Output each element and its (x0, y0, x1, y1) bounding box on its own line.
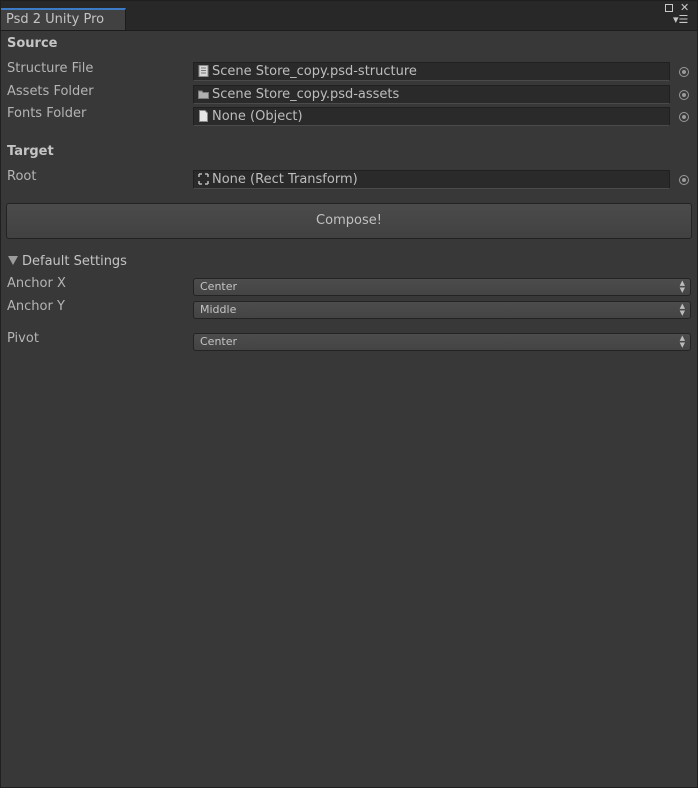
fonts-folder-picker-icon[interactable] (679, 112, 689, 122)
assets-folder-picker-icon[interactable] (679, 90, 689, 100)
structure-file-picker-icon[interactable] (679, 67, 689, 77)
compose-button[interactable]: Compose! (6, 203, 692, 239)
assets-folder-field[interactable]: Scene Store_copy.psd-assets (193, 85, 670, 104)
rect-transform-icon (198, 173, 209, 185)
anchor-x-dropdown[interactable]: Center ▲ ▼ (193, 278, 691, 296)
structure-file-label: Structure File (7, 61, 94, 76)
editor-window: Psd 2 Unity Pro □ ✕ ▾☰ Source Structure … (0, 0, 698, 788)
foldout-arrow-icon (8, 256, 18, 265)
root-picker-icon[interactable] (679, 175, 689, 185)
dropdown-arrows-icon: ▲ ▼ (679, 302, 685, 317)
structure-file-value: Scene Store_copy.psd-structure (212, 64, 417, 79)
root-field[interactable]: None (Rect Transform) (193, 170, 670, 189)
fonts-folder-field[interactable]: None (Object) (193, 107, 670, 126)
pivot-label: Pivot (7, 331, 39, 346)
pivot-dropdown[interactable]: Center ▲ ▼ (193, 333, 691, 351)
structure-file-field[interactable]: Scene Store_copy.psd-structure (193, 62, 670, 81)
assets-folder-value: Scene Store_copy.psd-assets (212, 87, 400, 102)
dropdown-arrows-icon: ▲ ▼ (679, 334, 685, 349)
fonts-folder-label: Fonts Folder (7, 106, 87, 121)
fonts-folder-value: None (Object) (212, 109, 303, 124)
default-settings-label: Default Settings (22, 254, 127, 269)
anchor-y-value: Middle (200, 303, 237, 316)
target-header: Target (7, 144, 54, 159)
maximize-icon[interactable]: □ (665, 4, 673, 12)
folder-icon (198, 90, 209, 99)
window-tab[interactable]: Psd 2 Unity Pro (1, 8, 126, 30)
anchor-x-label: Anchor X (7, 276, 66, 291)
dropdown-arrows-icon: ▲ ▼ (679, 279, 685, 294)
title-bar: Psd 2 Unity Pro □ ✕ ▾☰ (1, 1, 697, 31)
window-tab-label: Psd 2 Unity Pro (6, 12, 105, 27)
menu-icon[interactable]: ▾☰ (673, 14, 688, 25)
pivot-value: Center (200, 335, 238, 348)
anchor-x-value: Center (200, 280, 238, 293)
blank-document-icon (199, 110, 208, 122)
assets-folder-label: Assets Folder (7, 84, 94, 99)
document-icon (198, 65, 209, 77)
anchor-y-dropdown[interactable]: Middle ▲ ▼ (193, 301, 691, 319)
root-label: Root (7, 169, 37, 184)
source-header: Source (7, 36, 58, 51)
root-value: None (Rect Transform) (212, 172, 358, 187)
default-settings-foldout[interactable]: Default Settings (8, 254, 127, 269)
close-icon[interactable]: ✕ (680, 2, 689, 13)
anchor-y-label: Anchor Y (7, 299, 65, 314)
